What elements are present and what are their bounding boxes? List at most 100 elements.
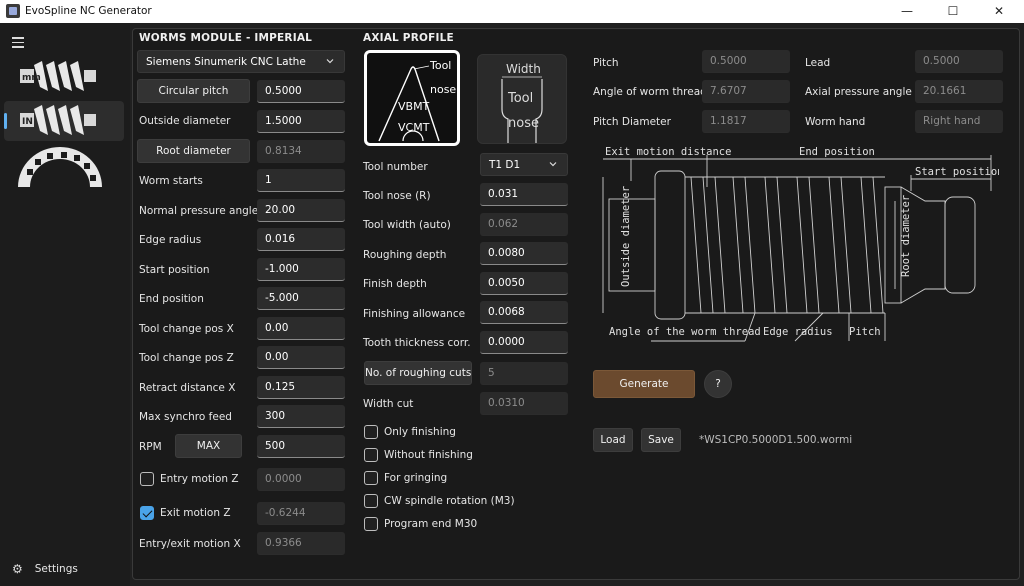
close-button[interactable]: ✕ — [976, 0, 1022, 23]
angle-worm-thread-label: Angle of worm thread — [593, 86, 707, 98]
width-tool-icon: Width Tool nose — [501, 62, 543, 143]
spline-gear-icon — [18, 147, 102, 187]
tool-change-x-label: Tool change pos X — [139, 323, 234, 335]
entry-motion-checkbox[interactable] — [140, 472, 154, 486]
roughing-cuts-button[interactable]: No. of roughing cuts — [364, 361, 472, 385]
svg-text:mm: mm — [22, 73, 41, 83]
axial-pressure-field: 20.1661 — [915, 80, 1003, 103]
diagram-root-diameter-label: Root diameter — [900, 195, 912, 277]
circular-pitch-button[interactable]: Circular pitch — [137, 79, 250, 103]
root-diameter-button[interactable]: Root diameter — [137, 139, 250, 163]
circular-pitch-input[interactable]: 0.5000 — [257, 80, 345, 103]
retract-distance-label: Retract distance X — [139, 382, 236, 394]
nav-item-spline[interactable] — [4, 145, 124, 187]
tool-number-dropdown[interactable]: T1 D1 — [480, 153, 568, 176]
minimize-button[interactable]: — — [884, 0, 930, 23]
app-icon — [6, 4, 20, 18]
exit-motion-field: -0.6244 — [257, 502, 345, 525]
rpm-max-button[interactable]: MAX — [175, 434, 242, 458]
tool-width-field: 0.062 — [480, 213, 568, 236]
maximize-button[interactable]: ☐ — [930, 0, 976, 23]
end-position-input[interactable]: -5.000 — [257, 287, 345, 310]
generate-button[interactable]: Generate — [593, 370, 695, 398]
cw-spindle-checkbox[interactable] — [364, 494, 378, 508]
finish-depth-input[interactable]: 0.0050 — [480, 272, 568, 295]
exit-motion-label: Exit motion Z — [160, 507, 231, 519]
nav-item-worm-imperial[interactable]: IN — [4, 101, 124, 141]
tool-number-selected: T1 D1 — [489, 159, 521, 171]
outside-diameter-label: Outside diameter — [139, 115, 231, 127]
tool-change-z-input[interactable]: 0.00 — [257, 346, 345, 369]
tool-card-2-tool: Tool — [507, 91, 533, 106]
entry-motion-label: Entry motion Z — [160, 473, 239, 485]
finish-depth-label: Finish depth — [363, 278, 427, 290]
diagram-start-position-label: Start position — [915, 166, 999, 178]
tooth-thickness-input[interactable]: 0.0000 — [480, 331, 568, 354]
machine-dropdown[interactable]: Siemens Sinumerik CNC Lathe — [137, 50, 345, 73]
retract-distance-input[interactable]: 0.125 — [257, 376, 345, 399]
exit-motion-checkbox[interactable] — [140, 506, 154, 520]
settings-button[interactable]: ⚙ Settings — [12, 562, 78, 576]
nav-item-worm-metric[interactable]: mm — [4, 57, 124, 97]
tool-card-2-width: Width — [506, 62, 541, 76]
max-synchro-feed-label: Max synchro feed — [139, 411, 232, 423]
worms-module-title: WORMS MODULE - IMPERIAL — [139, 32, 313, 44]
pitch-label: Pitch — [593, 57, 619, 69]
only-finishing-checkbox[interactable] — [364, 425, 378, 439]
for-grinding-checkbox[interactable] — [364, 471, 378, 485]
pitch-diameter-label: Pitch Diameter — [593, 116, 671, 128]
diagram-edge-radius-label: Edge radius — [763, 326, 833, 338]
load-button[interactable]: Load — [593, 428, 633, 452]
tool-type-width-card[interactable]: Width Tool nose — [477, 54, 567, 144]
pitch-field: 0.5000 — [702, 50, 790, 73]
edge-radius-input[interactable]: 0.016 — [257, 228, 345, 251]
chevron-down-icon — [326, 59, 334, 64]
without-finishing-checkbox[interactable] — [364, 448, 378, 462]
diagram-end-position-label: End position — [799, 146, 875, 158]
current-filename: *WS1CP0.5000D1.500.wormi — [699, 434, 853, 446]
hamburger-menu-icon[interactable] — [12, 37, 24, 51]
worm-selected-icon: IN — [20, 105, 96, 135]
vbmt-tool-icon: Tool nose VBMT VCMT — [378, 59, 456, 142]
max-synchro-feed-input[interactable]: 300 — [257, 405, 345, 428]
tool-number-label: Tool number — [363, 161, 428, 173]
worm-diagram: Exit motion distance End position Start … — [602, 146, 999, 342]
axial-pressure-label: Axial pressure angle — [805, 86, 912, 98]
normal-pressure-angle-input[interactable]: 20.00 — [257, 199, 345, 222]
pitch-diameter-field: 1.1817 — [702, 110, 790, 133]
rpm-input[interactable]: 500 — [257, 435, 345, 458]
save-button[interactable]: Save — [641, 428, 681, 452]
tool-width-label: Tool width (auto) — [363, 219, 451, 231]
tooth-thickness-label: Tooth thickness corr. — [363, 337, 471, 349]
finishing-allowance-label: Finishing allowance — [363, 308, 466, 320]
outside-diameter-input[interactable]: 1.5000 — [257, 110, 345, 133]
roughing-depth-input[interactable]: 0.0080 — [480, 242, 568, 265]
diagram-exit-motion-label: Exit motion distance — [605, 146, 731, 158]
tool-type-vbmt-card[interactable]: Tool nose VBMT VCMT — [364, 50, 460, 146]
start-position-label: Start position — [139, 264, 210, 276]
width-cut-label: Width cut — [363, 398, 414, 410]
tool-nose-input[interactable]: 0.031 — [480, 183, 568, 206]
entry-motion-field: 0.0000 — [257, 468, 345, 491]
title-bar: EvoSpline NC Generator — ☐ ✕ — [0, 0, 1024, 23]
for-grinding-label: For gringing — [384, 472, 448, 484]
lead-field: 0.5000 — [915, 50, 1003, 73]
help-button[interactable]: ? — [704, 370, 732, 398]
tool-change-x-input[interactable]: 0.00 — [257, 317, 345, 340]
tool-card-1-tool: Tool — [429, 59, 451, 72]
program-end-checkbox[interactable] — [364, 517, 378, 531]
worm-starts-input[interactable]: 1 — [257, 169, 345, 192]
active-indicator — [4, 113, 7, 129]
edge-radius-label: Edge radius — [139, 234, 202, 246]
cw-spindle-label: CW spindle rotation (M3) — [384, 495, 515, 507]
worm-hand-label: Worm hand — [805, 116, 866, 128]
roughing-cuts-field: 5 — [480, 362, 568, 385]
finishing-allowance-input[interactable]: 0.0068 — [480, 301, 568, 324]
diagram-outside-diameter-label: Outside diameter — [620, 186, 632, 287]
svg-text:IN: IN — [22, 117, 33, 127]
tool-card-1-nose: nose — [430, 83, 456, 96]
window-title: EvoSpline NC Generator — [25, 5, 152, 17]
start-position-input[interactable]: -1.000 — [257, 258, 345, 281]
entry-exit-motion-field: 0.9366 — [257, 532, 345, 555]
axial-profile-title: AXIAL PROFILE — [363, 32, 454, 44]
